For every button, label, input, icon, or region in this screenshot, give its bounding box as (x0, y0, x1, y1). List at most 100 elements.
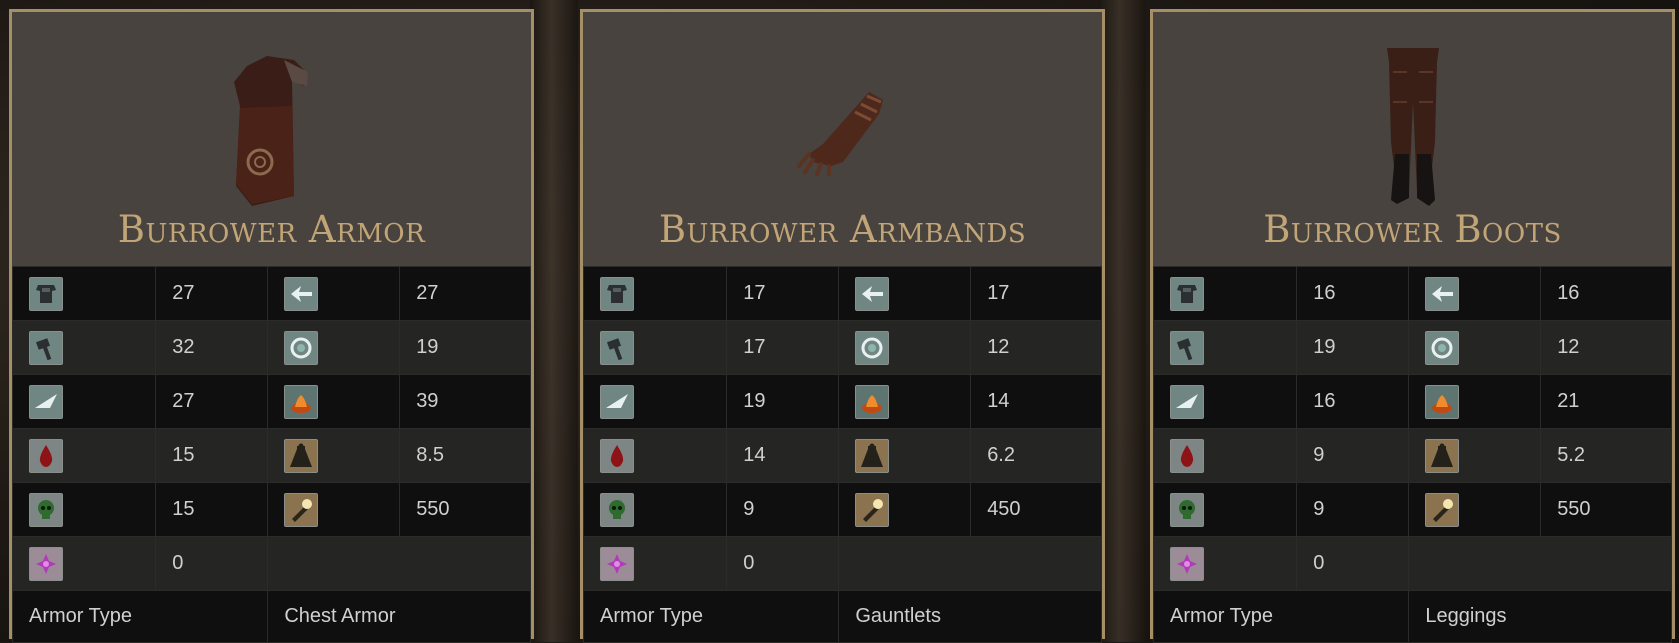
stat-row: 9 450 (582, 482, 1102, 537)
stat-value: 12 (1540, 320, 1672, 375)
stats-table: 16 16 19 12 16 21 9 5.2 9 550 0 Armor Type Leggings (1152, 266, 1672, 643)
stat-icon-cell (11, 428, 157, 483)
armor-type-label: Armor Type (1152, 590, 1410, 643)
stat-icon-cell (582, 536, 728, 591)
bleed-resistance-icon (600, 438, 634, 473)
card-header: Burrower Armbands (583, 12, 1102, 266)
stat-row: 17 17 (582, 266, 1102, 321)
card-title: Burrower Boots (1263, 208, 1562, 251)
stat-value: 15 (155, 428, 269, 483)
curse-resistance-icon (600, 546, 634, 581)
curse-resistance-icon (1170, 546, 1204, 581)
stat-value: 8.5 (399, 428, 531, 483)
stat-icon-cell (1408, 482, 1542, 537)
stat-icon-cell (1408, 374, 1542, 429)
stat-row: 15 550 (11, 482, 531, 537)
background-decoration (530, 0, 578, 642)
stat-value: 17 (726, 266, 840, 321)
stat-value: 5.2 (1540, 428, 1672, 483)
stat-row: 16 21 (1152, 374, 1672, 429)
durability-icon (855, 492, 890, 527)
empty-cell (267, 536, 531, 591)
durability-icon (284, 492, 319, 527)
stat-icon-cell (1408, 320, 1542, 375)
stat-icon-cell (11, 374, 157, 429)
stat-value: 550 (1540, 482, 1672, 537)
stat-value: 9 (1296, 482, 1410, 537)
physical-defense-icon (29, 276, 63, 311)
stat-icon-cell (267, 428, 401, 483)
armor-card: Burrower Armor 27 27 32 19 27 39 15 8.5 15 550 0 Arm… (9, 9, 534, 643)
armor-type-label: Armor Type (11, 590, 269, 643)
stat-value: 15 (155, 482, 269, 537)
gauntlets-icon (583, 24, 1102, 214)
card-header: Burrower Boots (1153, 12, 1672, 266)
armor-card: Burrower Armbands 17 17 17 12 19 14 14 6.2 9 450 0 A… (580, 9, 1105, 643)
physical-defense-icon (1170, 276, 1204, 311)
leggings-icon (1153, 24, 1672, 214)
stat-value: 32 (155, 320, 269, 375)
magic-defense-icon (1425, 330, 1460, 365)
slash-defense-icon (29, 330, 63, 365)
stat-value: 9 (726, 482, 840, 537)
card-title: Burrower Armor (117, 208, 426, 251)
weight-icon (855, 438, 890, 473)
stat-icon-cell (1408, 428, 1542, 483)
armor-type-value: Chest Armor (267, 590, 531, 643)
stat-value: 9 (1296, 428, 1410, 483)
stat-value: 450 (970, 482, 1102, 537)
stat-row: 27 27 (11, 266, 531, 321)
card-title: Burrower Armbands (658, 208, 1027, 251)
stat-value: 19 (399, 320, 531, 375)
bleed-resistance-icon (1170, 438, 1204, 473)
fire-defense-icon (855, 384, 890, 419)
stat-row: 9 550 (1152, 482, 1672, 537)
stat-icon-cell (267, 482, 401, 537)
stat-icon-cell (267, 374, 401, 429)
stat-icon-cell (838, 374, 972, 429)
stat-icon-cell (11, 536, 157, 591)
stat-value: 16 (1296, 374, 1410, 429)
armor-card: Burrower Boots 16 16 19 12 16 21 9 5.2 9 550 0 Armor… (1150, 9, 1675, 643)
stat-row: 15 8.5 (11, 428, 531, 483)
fire-defense-icon (1425, 384, 1460, 419)
stat-row: 14 6.2 (582, 428, 1102, 483)
stat-icon-cell (11, 482, 157, 537)
stat-row: 19 12 (1152, 320, 1672, 375)
stat-value: 16 (1540, 266, 1672, 321)
stat-icon-cell (1152, 482, 1298, 537)
stat-icon-cell (1152, 374, 1298, 429)
stat-value: 0 (726, 536, 840, 591)
armor-type-value: Leggings (1408, 590, 1672, 643)
slash-defense-icon (1170, 330, 1204, 365)
bleed-resistance-icon (29, 438, 63, 473)
stat-icon-cell (267, 266, 401, 321)
curse-resistance-icon (29, 546, 63, 581)
strike-defense-icon (855, 276, 890, 311)
stat-icon-cell (267, 320, 401, 375)
stat-value: 16 (1296, 266, 1410, 321)
stat-row: 19 14 (582, 374, 1102, 429)
stat-value: 17 (726, 320, 840, 375)
stat-icon-cell (1152, 428, 1298, 483)
stat-icon-cell (11, 266, 157, 321)
armor-type-row: Armor Type Chest Armor (11, 590, 531, 643)
armor-type-row: Armor Type Leggings (1152, 590, 1672, 643)
stat-icon-cell (1152, 536, 1298, 591)
stat-icon-cell (11, 320, 157, 375)
background-decoration (1098, 0, 1146, 642)
pierce-defense-icon (29, 384, 63, 419)
fire-defense-icon (284, 384, 319, 419)
empty-cell (838, 536, 1102, 591)
stat-value: 39 (399, 374, 531, 429)
strike-defense-icon (284, 276, 319, 311)
armor-type-label: Armor Type (582, 590, 840, 643)
stat-value: 27 (399, 266, 531, 321)
stat-icon-cell (838, 320, 972, 375)
pierce-defense-icon (1170, 384, 1204, 419)
poison-resistance-icon (600, 492, 634, 527)
stat-icon-cell (838, 428, 972, 483)
stat-value: 19 (726, 374, 840, 429)
card-header: Burrower Armor (12, 12, 531, 266)
stat-icon-cell (1152, 266, 1298, 321)
